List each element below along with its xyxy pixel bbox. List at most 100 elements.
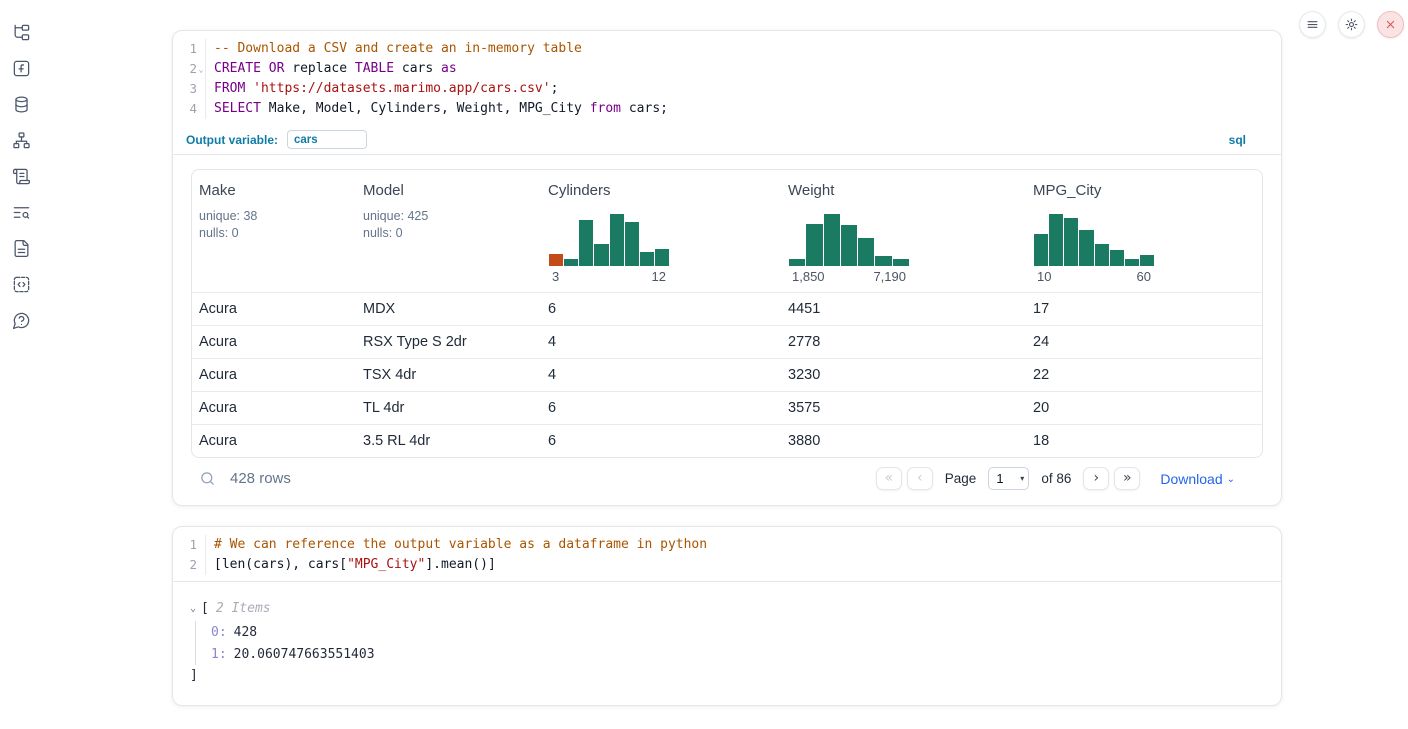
item-index: 1:	[211, 647, 227, 662]
close-button[interactable]	[1377, 11, 1404, 38]
axis-min-label: 3	[552, 269, 559, 284]
histogram-bar[interactable]	[841, 225, 857, 266]
histogram-bar[interactable]	[1079, 230, 1093, 266]
histogram-bars	[1034, 214, 1154, 266]
histogram-bar[interactable]	[1140, 255, 1154, 266]
column-histogram[interactable]: 1060	[1034, 214, 1154, 284]
column-header-mpg_city[interactable]: MPG_City1060	[1026, 170, 1262, 292]
code-token	[261, 61, 269, 76]
column-header-weight[interactable]: Weight1,8507,190	[781, 170, 1026, 292]
sql-code-editor[interactable]: 1-- Download a CSV and create an in-memo…	[173, 31, 1281, 125]
code-line[interactable]: 1# We can reference the output variable …	[173, 535, 1281, 555]
code-line[interactable]: 1-- Download a CSV and create an in-memo…	[173, 39, 1281, 59]
column-header-model[interactable]: Modelunique: 425nulls: 0	[356, 170, 541, 292]
table-cell: Acura	[192, 400, 356, 416]
table-cell: Acura	[192, 433, 356, 449]
pagination: « ‹ Page 1 ▾ of 86 › »	[876, 467, 1141, 490]
table-cell: Acura	[192, 334, 356, 350]
column-label: Make	[199, 182, 350, 199]
histogram-bar[interactable]	[1125, 259, 1139, 266]
python-cell-output: ⌄ [ 2 Items 0:4281:20.060747663551403 ]	[173, 581, 1281, 705]
page-label: Page	[945, 471, 977, 486]
column-label: Model	[363, 182, 535, 199]
datasources-icon[interactable]	[12, 95, 31, 114]
histogram-bar[interactable]	[1110, 250, 1124, 266]
notebook-area: 1-- Download a CSV and create an in-memo…	[172, 30, 1282, 706]
code-line[interactable]: 4SELECT Make, Model, Cylinders, Weight, …	[173, 99, 1281, 119]
table-cell: 17	[1026, 301, 1262, 317]
histogram-bar[interactable]	[806, 224, 822, 266]
line-number: 3	[173, 79, 197, 99]
code-token: Make, Model, Cylinders, Weight, MPG_City	[261, 101, 590, 116]
open-bracket: [	[201, 601, 209, 616]
code-text: # We can reference the output variable a…	[214, 535, 707, 555]
histogram-bar[interactable]	[655, 249, 669, 266]
code-token: [len(cars), cars[	[214, 557, 347, 572]
snippets-icon[interactable]	[12, 275, 31, 294]
search-icon[interactable]	[199, 470, 216, 487]
stat-line: unique: 425	[363, 208, 535, 225]
language-badge: sql	[1229, 133, 1281, 147]
column-histogram[interactable]: 1,8507,190	[789, 214, 909, 284]
fold-chevron-icon[interactable]: ⌄	[197, 59, 206, 79]
output-variable-input[interactable]	[287, 130, 367, 149]
histogram-axis-labels: 312	[549, 269, 669, 284]
histogram-bar[interactable]	[789, 259, 805, 266]
dependency-graph-icon[interactable]	[12, 131, 31, 150]
code-token: ;	[551, 81, 559, 96]
histogram-bar[interactable]	[875, 256, 891, 266]
table-header-row: Makeunique: 38nulls: 0Modelunique: 425nu…	[192, 170, 1262, 292]
code-line[interactable]: 2⌄CREATE OR replace TABLE cars as	[173, 59, 1281, 79]
histogram-bar[interactable]	[610, 214, 624, 266]
settings-button[interactable]	[1338, 11, 1365, 38]
table-cell: MDX	[356, 301, 541, 317]
code-line[interactable]: 2[len(cars), cars["MPG_City"].mean()]	[173, 555, 1281, 575]
column-header-make[interactable]: Make unique: 38nulls: 0	[192, 170, 356, 292]
code-line[interactable]: 3FROM 'https://datasets.marimo.app/cars.…	[173, 79, 1281, 99]
histogram-bar[interactable]	[549, 254, 563, 266]
code-text: CREATE OR replace TABLE cars as	[214, 59, 457, 79]
menu-button[interactable]	[1299, 11, 1326, 38]
code-text: -- Download a CSV and create an in-memor…	[214, 39, 582, 59]
download-button[interactable]: Download ⌄	[1160, 471, 1235, 487]
histogram-bar[interactable]	[824, 214, 840, 266]
histogram-bar[interactable]	[893, 259, 909, 266]
last-page-button[interactable]: »	[1114, 467, 1140, 490]
documentation-icon[interactable]	[12, 239, 31, 258]
python-cell: 1# We can reference the output variable …	[172, 526, 1282, 706]
axis-max-label: 7,190	[873, 269, 906, 284]
column-histogram[interactable]: 312	[549, 214, 669, 284]
histogram-bar[interactable]	[579, 220, 593, 266]
collapse-chevron-icon[interactable]: ⌄	[190, 603, 201, 614]
column-stats: unique: 38nulls: 0	[199, 208, 350, 242]
histogram-bar[interactable]	[640, 252, 654, 266]
first-page-button[interactable]: «	[876, 467, 902, 490]
histogram-bar[interactable]	[858, 238, 874, 266]
table-cell: 22	[1026, 367, 1262, 383]
table-cell: TSX 4dr	[356, 367, 541, 383]
histogram-bar[interactable]	[1064, 218, 1078, 266]
histogram-bar[interactable]	[1049, 214, 1063, 266]
histogram-bar[interactable]	[625, 222, 639, 266]
chevron-down-icon: ⌄	[1227, 474, 1235, 485]
python-code-editor[interactable]: 1# We can reference the output variable …	[173, 527, 1281, 581]
table-footer: 428 rows « ‹ Page 1 ▾ of 86 › » Download	[191, 467, 1263, 492]
fold-spacer	[197, 555, 206, 575]
functions-icon[interactable]	[12, 59, 31, 78]
code-token: ].mean()]	[425, 557, 495, 572]
page-select[interactable]: 1 ▾	[988, 467, 1029, 490]
table-cell: 4	[541, 367, 781, 383]
histogram-bar[interactable]	[1095, 244, 1109, 266]
histogram-bar[interactable]	[564, 259, 578, 266]
help-icon[interactable]	[12, 311, 31, 330]
logs-search-icon[interactable]	[12, 203, 31, 222]
file-tree-icon[interactable]	[12, 23, 31, 42]
prev-page-button[interactable]: ‹	[907, 467, 933, 490]
next-page-button[interactable]: ›	[1083, 467, 1109, 490]
window-controls	[1299, 11, 1404, 38]
column-header-cylinders[interactable]: Cylinders312	[541, 170, 781, 292]
tree-header: ⌄ [ 2 Items	[190, 597, 1281, 619]
histogram-bar[interactable]	[594, 244, 608, 266]
scratchpad-scroll-icon[interactable]	[12, 167, 31, 186]
histogram-bar[interactable]	[1034, 234, 1048, 266]
